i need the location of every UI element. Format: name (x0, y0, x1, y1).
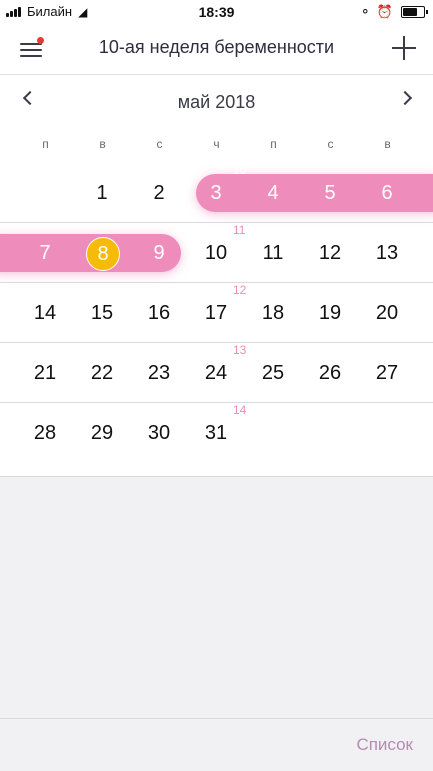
calendar-day[interactable]: 27 (365, 351, 409, 395)
weekday-label: в (99, 137, 106, 151)
menu-button[interactable] (18, 37, 46, 61)
calendar-day[interactable]: 7 (23, 231, 67, 275)
orientation-lock-icon: ⚬ (359, 4, 371, 19)
status-right: ⚬ ⏰ (359, 4, 428, 20)
calendar-day[interactable]: 29 (80, 411, 124, 455)
calendar-day[interactable]: 3 (194, 171, 238, 215)
calendar-day[interactable]: 24 (194, 351, 238, 395)
calendar-day[interactable]: 17 (194, 291, 238, 335)
calendar-week-row: 14 15 16 17 18 19 20 12 (0, 283, 433, 343)
month-label: май 2018 (177, 92, 256, 112)
calendar-day[interactable]: 28 (23, 411, 67, 455)
calendar-day[interactable]: 4 (251, 171, 295, 215)
calendar-week-row: 1 2 3 4 5 6 10 (0, 163, 433, 223)
pregnancy-week-number: 10 (233, 163, 247, 177)
calendar-week-row: 7 8 9 10 11 12 13 11 (0, 223, 433, 283)
calendar-day[interactable]: 1 (80, 171, 124, 215)
next-month-button[interactable] (397, 90, 411, 104)
pregnancy-week-number: 14 (233, 403, 247, 417)
calendar: май 2018 пвсчпсв 1 2 3 4 5 6 10 7 8 9 10 11 12 13 11 14… (0, 75, 433, 477)
weekday-label: с (156, 137, 163, 151)
alarm-icon: ⏰ (376, 4, 393, 19)
battery-icon (401, 6, 428, 18)
calendar-day[interactable]: 21 (23, 351, 67, 395)
calendar-day[interactable]: 22 (80, 351, 124, 395)
weekday-label: п (42, 137, 49, 151)
weekday-label: с (327, 137, 334, 151)
calendar-day[interactable]: 10 (194, 231, 238, 275)
calendar-week-row: 21 22 23 24 25 26 27 13 (0, 343, 433, 403)
calendar-day[interactable]: 30 (137, 411, 181, 455)
calendar-day[interactable]: 18 (251, 291, 295, 335)
pregnancy-week-number: 12 (233, 283, 247, 297)
calendar-day[interactable]: 2 (137, 171, 181, 215)
calendar-day[interactable]: 20 (365, 291, 409, 335)
calendar-day[interactable]: 12 (308, 231, 352, 275)
calendar-day[interactable]: 13 (365, 231, 409, 275)
add-button[interactable] (391, 35, 417, 61)
battery-level (403, 8, 418, 16)
calendar-day[interactable]: 9 (137, 231, 181, 275)
calendar-day[interactable]: 15 (80, 291, 124, 335)
calendar-week-row: 28 29 30 31 14 (0, 403, 433, 463)
calendar-day[interactable]: 23 (137, 351, 181, 395)
calendar-day[interactable]: 5 (308, 171, 352, 215)
weekday-label: в (384, 137, 391, 151)
calendar-day[interactable]: 11 (251, 231, 295, 275)
app-bar: 10-ая неделя беременности (0, 24, 433, 75)
calendar-day[interactable]: 25 (251, 351, 295, 395)
calendar-grid: 1 2 3 4 5 6 10 7 8 9 10 11 12 13 11 14 15 16 17 18 19 20 12 21 2… (0, 163, 433, 463)
calendar-day[interactable]: 16 (137, 291, 181, 335)
weekday-header: пвсчпсв (17, 137, 416, 153)
page-title: 10-ая неделя беременности (98, 37, 335, 57)
bottom-bar: Список (0, 718, 433, 771)
calendar-day[interactable]: 19 (308, 291, 352, 335)
calendar-day[interactable]: 31 (194, 411, 238, 455)
weekday-label: п (270, 137, 277, 151)
calendar-day[interactable]: 6 (365, 171, 409, 215)
notification-badge (37, 37, 44, 44)
weekday-label: ч (213, 137, 220, 151)
calendar-day[interactable]: 26 (308, 351, 352, 395)
list-view-button[interactable]: Список (356, 735, 413, 755)
calendar-day[interactable]: 14 (23, 291, 67, 335)
pregnancy-week-number: 13 (233, 343, 247, 357)
calendar-day-today[interactable]: 8 (86, 237, 120, 271)
pregnancy-week-number: 11 (233, 223, 246, 237)
status-bar: Билайн ◢ 18:39 ⚬ ⏰ (0, 0, 433, 24)
month-navigation: май 2018 (0, 75, 433, 127)
